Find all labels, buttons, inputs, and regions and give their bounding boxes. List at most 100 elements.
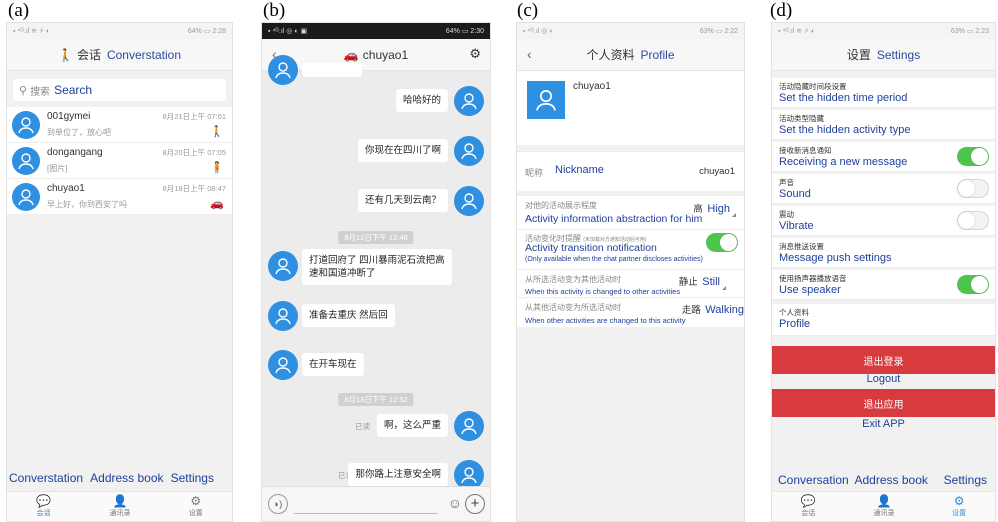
- nickname-label-cn: 昵称: [525, 168, 544, 178]
- page-title-cn: 设置: [846, 48, 871, 62]
- logout-button[interactable]: 退出登录: [772, 346, 995, 374]
- abstraction-value-en: High: [707, 203, 730, 215]
- phone-conversations: ▪ ⁴ᴳ.ıl ≋ ⚡ ◐ 64% ▭ 2:28 🚶 会话 Converstat…: [6, 22, 233, 522]
- setting-hidden-activity[interactable]: 活动类型隐藏 Set the hidden activity type: [772, 110, 995, 140]
- bottom-labels-en: Converstation Address book Settings: [7, 471, 232, 485]
- status-battery-time: 64% ▭ 2:28: [187, 28, 226, 35]
- plus-icon[interactable]: +: [465, 494, 485, 514]
- walking-person-icon: 🚶: [57, 47, 73, 62]
- avatar: [268, 301, 298, 331]
- tab-label: 设置: [952, 510, 967, 517]
- tab-address-book[interactable]: 👤 通讯录: [109, 495, 130, 518]
- setting-label-en: Vibrate: [779, 220, 814, 232]
- tab-address-book[interactable]: 👤 通讯录: [873, 495, 894, 518]
- to-selected-value[interactable]: 走路 Walking: [682, 300, 744, 318]
- avatar: [527, 81, 565, 119]
- avatar: [454, 86, 484, 116]
- avatar: [454, 411, 484, 441]
- setting-label-cn: 个人资料: [779, 308, 809, 317]
- chat-bubble-in: 准备去重庆 然后回: [302, 304, 395, 327]
- page-title-cn: 会话: [76, 48, 101, 62]
- setting-hidden-time[interactable]: 活动隐藏时间段设置 Set the hidden time period: [772, 78, 995, 108]
- panel-label-a: (a): [8, 0, 30, 21]
- tab-label: 设置: [188, 510, 203, 517]
- to-selected-label-cn: 从其他活动变为所选活动时: [525, 303, 621, 312]
- from-selected-row[interactable]: 从所选活动变为其他活动时 静止 Still When this activity…: [517, 269, 744, 297]
- bottom-nav: 💬 会话 👤 通讯录 ⚙ 设置: [772, 491, 995, 521]
- tab-conversation[interactable]: 💬 会话: [801, 495, 816, 518]
- bottom-labels-en: Conversation Address book Settings: [772, 473, 995, 487]
- tab-label: 通讯录: [873, 510, 895, 517]
- tab-conversation[interactable]: 💬 会话: [36, 495, 51, 518]
- title-bar: ‹ 个人资料 Profile: [517, 39, 744, 71]
- setting-label-cn: 消息推送设置: [779, 242, 824, 251]
- emoji-icon[interactable]: ☺: [448, 495, 462, 511]
- page-title-en: Profile: [640, 47, 675, 62]
- setting-label-en: Profile: [779, 318, 811, 330]
- abstraction-row[interactable]: 对他的活动展示程度 Activity information abstracti…: [517, 195, 744, 229]
- setting-label-en: Set the hidden time period: [779, 92, 908, 104]
- setting-label-cn: 震动: [779, 210, 794, 219]
- speaker-toggle[interactable]: [957, 275, 989, 294]
- tab-settings[interactable]: ⚙ 设置: [952, 495, 966, 518]
- sound-toggle[interactable]: [957, 179, 989, 198]
- from-selected-value[interactable]: 静止 Still: [679, 272, 726, 290]
- chat-title: chuyao1: [362, 47, 409, 62]
- setting-new-message: 接收新消息通知 Receiving a new message: [772, 142, 995, 172]
- tab-label: 会话: [36, 510, 51, 517]
- profile-header: chuyao1: [517, 71, 744, 145]
- abstraction-label-en: Activity information abstraction for him: [525, 213, 703, 225]
- search-placeholder-cn: 搜索: [30, 86, 51, 98]
- search-input[interactable]: ⚲ 搜索 Search: [13, 79, 226, 101]
- to-selected-value-cn: 走路: [681, 305, 701, 316]
- status-icons: ▪ ⁴ᴳ.ıl ◎ ◐: [523, 28, 554, 35]
- chat-bubble-icon: 💬: [36, 494, 52, 508]
- status-bar: ▪ ⁴ᴳ.ıl ◎ ◐ 63% ▭ 2:22: [517, 23, 744, 39]
- to-selected-label-en: When other activities are changed to thi…: [525, 316, 686, 325]
- back-icon[interactable]: ‹: [527, 46, 532, 62]
- chat-bubble-icon: 💬: [800, 494, 816, 508]
- list-item[interactable]: chuyao1 早上好，你到西安了吗 8月18日上午 08:47 🚗: [7, 179, 232, 215]
- new-message-toggle[interactable]: [957, 147, 989, 166]
- dropdown-caret-icon: [722, 286, 726, 290]
- exit-app-button[interactable]: 退出应用: [772, 389, 995, 417]
- still-person-icon: 🧍: [210, 162, 224, 174]
- setting-label-cn: 声音: [779, 178, 794, 187]
- message-input[interactable]: [294, 504, 438, 514]
- list-item[interactable]: 001gymei 到单位了，放心吧 8月21日上午 07:01 🚶: [7, 107, 232, 143]
- gear-icon: ⚙: [190, 494, 202, 508]
- setting-profile[interactable]: 个人资料 Profile: [772, 304, 995, 336]
- car-icon: 🚗: [210, 198, 224, 210]
- status-battery-time: 63% ▭ 2:23: [950, 28, 989, 35]
- gear-icon[interactable]: ⚙: [469, 46, 481, 62]
- conversation-name: chuyao1: [47, 183, 85, 194]
- tab-label: 通讯录: [109, 510, 131, 517]
- avatar: [454, 136, 484, 166]
- chat-timestamp: 8月12日下午 12:46: [338, 231, 414, 244]
- status-bar: ▪ ⁴ᴳ.ıl ≋ ⚡ ◐ 64% ▭ 2:28: [7, 23, 232, 39]
- conversation-time: 8月18日上午 08:47: [162, 184, 226, 193]
- setting-use-speaker: 使用扬声器播放语音 Use speaker: [772, 270, 995, 300]
- setting-message-push[interactable]: 消息推送设置 Message push settings: [772, 238, 995, 268]
- transition-label-en: Activity transition notification: [525, 242, 657, 254]
- avatar: [12, 183, 40, 211]
- tab-settings[interactable]: ⚙ 设置: [189, 495, 203, 518]
- vibrate-toggle[interactable]: [957, 211, 989, 230]
- title-bar: 🚶 会话 Converstation: [7, 39, 232, 71]
- transition-toggle[interactable]: [706, 233, 738, 252]
- search-icon: ⚲: [19, 84, 28, 97]
- profile-username: chuyao1: [573, 81, 611, 92]
- conversation-preview: 早上好，你到西安了吗: [47, 200, 127, 209]
- list-item[interactable]: dongangang [图片] 8月20日上午 07:05 🧍: [7, 143, 232, 179]
- car-icon: 🚗: [343, 47, 359, 62]
- to-selected-row[interactable]: 从其他活动变为所选活动时 走路 Walking When other activ…: [517, 297, 744, 327]
- tab-label: 会话: [801, 510, 816, 517]
- abstraction-value[interactable]: 高 High: [693, 199, 736, 217]
- setting-label-cn: 接收新消息通知: [779, 146, 832, 155]
- message-input-bar: ◗) ☺ +: [262, 486, 490, 521]
- voice-icon[interactable]: ◗): [268, 494, 288, 514]
- exit-app-label-en: Exit APP: [862, 418, 905, 430]
- label-address-book: Address book: [854, 473, 928, 487]
- nickname-label-en: Nickname: [555, 164, 604, 176]
- nickname-row[interactable]: 昵称 Nickname chuyao1: [517, 151, 744, 191]
